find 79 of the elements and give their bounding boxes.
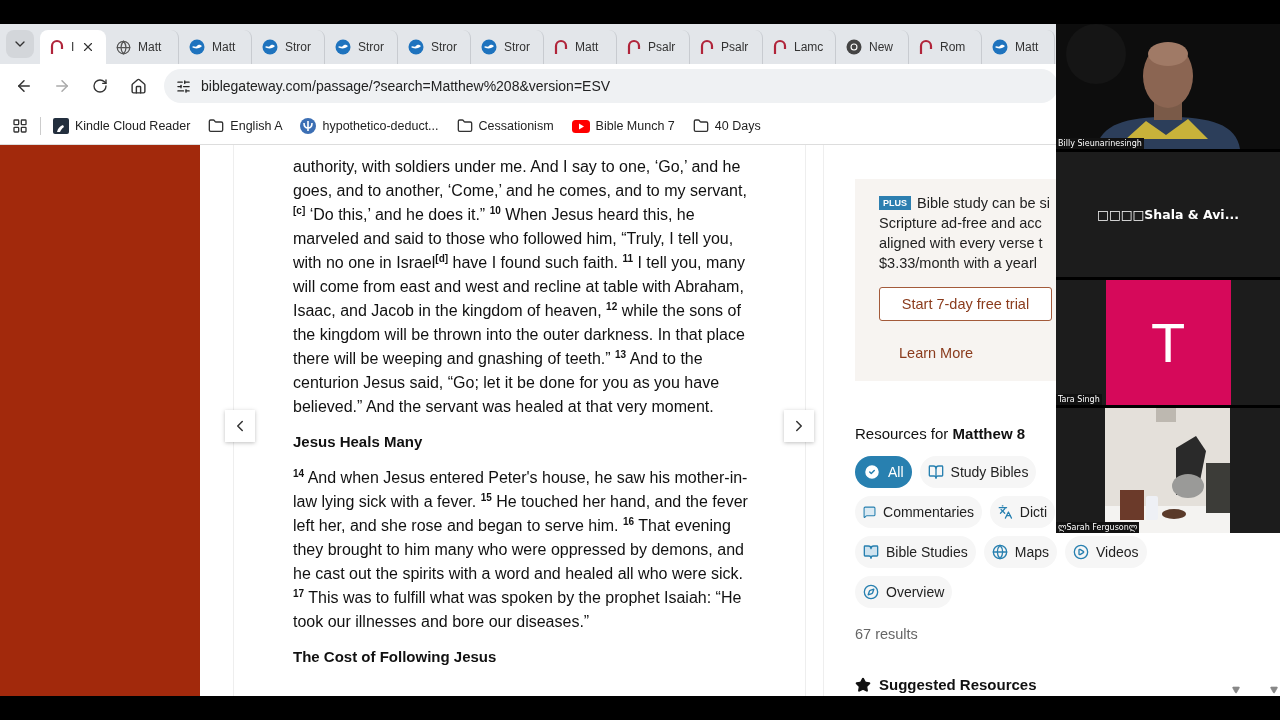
bookmark[interactable]: 40 Days — [692, 118, 761, 134]
arch-icon — [554, 39, 568, 55]
filter-chip[interactable]: Videos — [1064, 536, 1147, 568]
home-icon — [129, 77, 147, 95]
browser-tab[interactable]: Psalr — [617, 30, 690, 64]
section-heading: The Cost of Following Jesus — [293, 648, 498, 665]
psi-icon — [300, 118, 317, 134]
bookmark[interactable]: Bible Munch 7 — [571, 119, 675, 133]
filter-chip[interactable]: Overview — [855, 576, 953, 608]
scroll-down-icon[interactable] — [1270, 686, 1278, 694]
avatar-initial: T — [1150, 310, 1186, 375]
promo-text: $^{PLUS}$ Bible study can be si — [879, 193, 1050, 213]
play-icon — [1072, 544, 1089, 560]
promo-text: Scripture ad-free and acc — [879, 214, 1042, 233]
plus-badge: PLUS — [879, 196, 911, 210]
participant-name: Billy Sieunarinesingh — [1056, 138, 1144, 149]
previous-chapter-button[interactable] — [225, 410, 255, 442]
browser-tab[interactable]: Matt — [544, 30, 617, 64]
dictionary-icon — [998, 504, 1013, 520]
suggested-heading: Suggested Resources — [879, 676, 1037, 693]
next-chapter-button[interactable] — [784, 410, 814, 442]
compass-icon — [863, 584, 879, 600]
book-icon — [927, 464, 944, 480]
results-count: 67 results — [855, 626, 919, 642]
bookmark[interactable]: Kindle Cloud Reader — [53, 118, 191, 134]
folder-icon — [456, 118, 473, 134]
browser-tab[interactable]: Stror — [471, 30, 544, 64]
check-icon — [863, 463, 881, 481]
arch-icon — [700, 39, 714, 55]
browser-tab[interactable]: Matt — [106, 30, 179, 64]
browser-tab[interactable]: I — [40, 30, 106, 64]
passage-text: $^{14}$ And when Jesus entered Peter's house, he saw his mother-in-law lying sick with a fever. $^{15}$ He touched her hand, and the fever left her, and she rose and began to serve him. $^{16}$ That evening they brought to him many who were oppressed by demons, and he cast out the spirits with a word and healed all who were sick. $^{17}$ This was to fulfill what was spoken by the prophet Isaiah: “He took our illnesses and bore our diseases.” — [293, 466, 749, 632]
browser-tab[interactable]: Rom — [909, 30, 982, 64]
bookmark[interactable]: Cessationism — [456, 118, 554, 134]
browser-tab[interactable]: Psalr — [690, 30, 763, 64]
bookmark[interactable]: hypothetico-deduct... — [300, 118, 439, 134]
free-trial-button[interactable]: Start 7-day free trial — [879, 287, 1052, 321]
globe-icon — [116, 39, 131, 55]
resources-heading: Resources for Matthew 8 — [855, 425, 1027, 442]
folder-icon — [208, 118, 225, 134]
scroll-down-icon[interactable] — [1232, 686, 1240, 694]
filter-chip[interactable]: Dicti — [990, 496, 1055, 528]
section-heading: Jesus Heals Many — [293, 433, 424, 450]
filter-chip[interactable]: All — [855, 456, 912, 488]
learn-more-link[interactable]: Learn More — [899, 345, 974, 361]
apps-icon[interactable] — [12, 118, 28, 134]
browser-tab[interactable]: Lamc — [763, 30, 836, 64]
folder-icon — [692, 118, 709, 134]
filter-chip[interactable]: Bible Studies — [855, 536, 976, 568]
arch-icon — [919, 39, 933, 55]
filter-chip[interactable]: Study Bibles — [919, 456, 1037, 488]
browser-tab[interactable]: Stror — [398, 30, 471, 64]
address-bar[interactable]: biblegateway.com/passage/?search=Matthew%208&version=ESV — [164, 69, 1058, 103]
participant-name: Tara Singh — [1056, 394, 1102, 405]
arch-icon — [773, 39, 787, 55]
promo-text: aligned with every verse t — [879, 234, 1043, 253]
participant-name: ლSarah Fergusonლ — [1056, 522, 1140, 533]
browser-tab[interactable]: Stror — [252, 30, 325, 64]
bookmark[interactable]: English A — [208, 118, 283, 134]
arch-icon — [627, 39, 641, 55]
participant-name: □□□□Shala & Avi... — [1097, 207, 1239, 222]
youtube-icon — [571, 119, 590, 133]
arch-icon — [50, 39, 64, 55]
site-info-icon[interactable] — [176, 78, 191, 94]
filter-chip[interactable]: Commentaries — [855, 496, 983, 528]
reader-icon — [863, 544, 879, 560]
globe-icon — [991, 544, 1008, 560]
browser-tab[interactable]: Matt — [982, 30, 1055, 64]
comment-icon — [863, 504, 877, 520]
star-icon — [855, 676, 871, 693]
passage-text: authority, with soldiers under me. And I say to one, ‘Go,’ and he goes, and to another, ‘Come,’ and he comes, and to my servant, $^{[c]}$ ‘Do this,’ and he does it.” $^{10}$ When Jesus heard this, he marveled and said to those who followed him, “Truly, I tell you, with no one in Israel$^{[d]}$ have I found such faith. $^{11}$ I tell you, many will come from east and west and recline at table with Abraham, Isaac, and Jacob in the kingdom of heaven, $^{12}$ while the sons of the kingdom will be thrown into the outer darkness. In that place there will be weeping and gnashing of teeth.” $^{13}$ And to the centurion Jesus said, “Go; let it be done for you as you have believed.” And the servant was healed at that very moment. — [293, 157, 748, 417]
tab-search-button[interactable] — [6, 30, 34, 58]
browser-tab[interactable]: Stror — [325, 30, 398, 64]
forward-arrow-icon — [53, 77, 71, 95]
browser-tab[interactable]: New — [836, 30, 909, 64]
reload-icon — [92, 78, 108, 94]
promo-text: $3.33/month with a yearl — [879, 254, 1037, 273]
browser-tab[interactable]: Matt — [179, 30, 252, 64]
filter-chip[interactable]: Maps — [983, 536, 1057, 568]
